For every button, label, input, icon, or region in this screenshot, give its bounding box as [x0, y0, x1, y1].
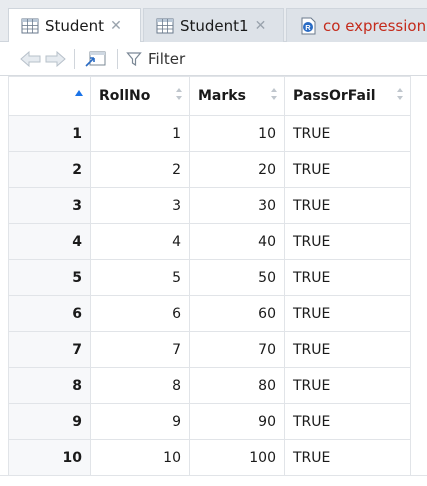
cell-rollno[interactable]: 3	[90, 187, 190, 224]
row-index-header[interactable]	[8, 76, 91, 116]
column-header-passorfail[interactable]: PassOrFail	[284, 76, 411, 116]
cell-marks[interactable]: 50	[189, 259, 285, 296]
cell-passorfail[interactable]: TRUE	[284, 439, 411, 476]
toolbar-divider	[74, 48, 75, 69]
header-row: RollNo Marks PassOrFail	[8, 76, 411, 116]
cell-passorfail[interactable]: TRUE	[284, 295, 411, 332]
tab-label: Student1	[180, 16, 249, 35]
sort-asc-icon	[75, 90, 83, 96]
arrow-right-icon	[45, 50, 66, 67]
close-icon[interactable]: ✕	[110, 18, 122, 34]
row-number: 9	[8, 403, 91, 440]
close-icon[interactable]: ✕	[255, 18, 267, 34]
cell-passorfail[interactable]: TRUE	[284, 223, 411, 260]
row-number: 3	[8, 187, 91, 224]
cell-marks[interactable]: 40	[189, 223, 285, 260]
column-header-label: RollNo	[99, 88, 151, 104]
cell-passorfail[interactable]: TRUE	[284, 187, 411, 224]
table-row: 6 6 60 TRUE	[8, 295, 411, 332]
tab-co-expression[interactable]: R co expression	[286, 8, 427, 42]
row-number: 1	[8, 115, 91, 152]
cell-rollno[interactable]: 2	[90, 151, 190, 188]
row-number: 7	[8, 331, 91, 368]
column-header-label: PassOrFail	[293, 88, 376, 104]
table-row: 2 2 20 TRUE	[8, 151, 411, 188]
arrow-left-icon	[20, 50, 41, 67]
cell-rollno[interactable]: 4	[90, 223, 190, 260]
cell-marks[interactable]: 20	[189, 151, 285, 188]
cell-marks[interactable]: 30	[189, 187, 285, 224]
tab-student[interactable]: Student ✕	[8, 8, 141, 43]
column-header-label: Marks	[198, 88, 246, 104]
row-number: 4	[8, 223, 91, 260]
tab-label: co expression	[323, 16, 427, 35]
tab-bar: Student ✕ Student1 ✕ R co expression	[0, 0, 427, 43]
sort-icon	[397, 88, 403, 100]
table-icon	[21, 18, 39, 34]
show-in-window-button[interactable]	[83, 47, 109, 71]
cell-rollno[interactable]: 7	[90, 331, 190, 368]
table-row: 7 7 70 TRUE	[8, 331, 411, 368]
forward-button[interactable]	[44, 47, 66, 71]
table-row: 1 1 10 TRUE	[8, 115, 411, 152]
row-number: 8	[8, 367, 91, 404]
cell-marks[interactable]: 10	[189, 115, 285, 152]
popout-window-icon	[85, 51, 106, 67]
cell-rollno[interactable]: 9	[90, 403, 190, 440]
table-row: 3 3 30 TRUE	[8, 187, 411, 224]
cell-rollno[interactable]: 10	[90, 439, 190, 476]
tab-label: Student	[45, 17, 105, 35]
data-grid: RollNo Marks PassOrFail 1 1 10 TRUE 2 2 …	[8, 76, 411, 476]
back-button[interactable]	[20, 47, 42, 71]
svg-text:R: R	[305, 23, 311, 32]
table-icon	[156, 18, 174, 33]
cell-marks[interactable]: 100	[189, 439, 285, 476]
filter-button[interactable]: Filter	[126, 50, 185, 68]
tab-student1[interactable]: Student1 ✕	[143, 8, 284, 42]
table-row: 4 4 40 TRUE	[8, 223, 411, 260]
cell-passorfail[interactable]: TRUE	[284, 115, 411, 152]
column-header-marks[interactable]: Marks	[189, 76, 285, 116]
cell-passorfail[interactable]: TRUE	[284, 151, 411, 188]
toolbar: Filter	[0, 42, 427, 76]
row-number: 2	[8, 151, 91, 188]
cell-rollno[interactable]: 5	[90, 259, 190, 296]
cell-rollno[interactable]: 6	[90, 295, 190, 332]
toolbar-divider	[117, 48, 118, 69]
sort-icon	[176, 88, 182, 100]
filter-icon	[126, 51, 142, 66]
sort-icon	[271, 88, 277, 100]
r-script-icon: R	[301, 17, 316, 34]
cell-rollno[interactable]: 8	[90, 367, 190, 404]
table-row: 9 9 90 TRUE	[8, 403, 411, 440]
cell-passorfail[interactable]: TRUE	[284, 367, 411, 404]
row-number: 6	[8, 295, 91, 332]
cell-marks[interactable]: 70	[189, 331, 285, 368]
cell-passorfail[interactable]: TRUE	[284, 331, 411, 368]
row-number: 10	[8, 439, 91, 476]
cell-passorfail[interactable]: TRUE	[284, 403, 411, 440]
table-row: 10 10 100 TRUE	[8, 439, 411, 476]
table-row: 5 5 50 TRUE	[8, 259, 411, 296]
cell-marks[interactable]: 90	[189, 403, 285, 440]
cell-marks[interactable]: 80	[189, 367, 285, 404]
grid-bottom-border	[0, 475, 427, 476]
filter-label: Filter	[148, 49, 186, 68]
cell-rollno[interactable]: 1	[90, 115, 190, 152]
column-header-rollno[interactable]: RollNo	[90, 76, 190, 116]
cell-passorfail[interactable]: TRUE	[284, 259, 411, 296]
row-number: 5	[8, 259, 91, 296]
cell-marks[interactable]: 60	[189, 295, 285, 332]
table-row: 8 8 80 TRUE	[8, 367, 411, 404]
